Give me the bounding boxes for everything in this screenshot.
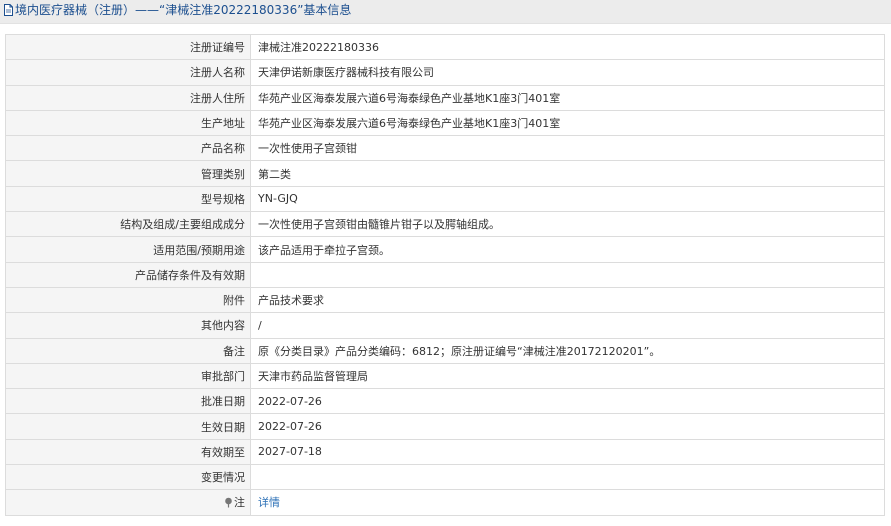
field-value-management-category: 第二类 [250,160,885,187]
field-label-registration-number: 注册证编号 [5,33,251,61]
info-row-registration-number: 注册证编号 津械注准20222180336 [5,33,885,61]
field-value-registration-number: 津械注准20222180336 [250,33,885,61]
info-row-note: 注详情 [5,489,885,516]
field-value-other-content: / [250,312,885,339]
info-row-effective-date: 生效日期 2022-07-26 [5,413,885,440]
page-title: 境内医疗器械（注册）——“津械注准20222180336”基本信息 [3,3,351,19]
field-value-storage-validity [250,261,885,288]
info-row-registrant-name: 注册人名称 天津伊诺新康医疗器械科技有限公司 [5,59,885,86]
field-label-effective-date: 生效日期 [5,413,251,440]
info-row-production-address: 生产地址 华苑产业区海泰发展六道6号海泰绿色产业基地K1座3门401室 [5,109,885,137]
field-label-approval-date: 批准日期 [5,388,251,415]
info-row-other-content: 其他内容 / [5,312,885,339]
info-row-attachment: 附件 产品技术要求 [5,286,885,314]
info-row-structure-composition: 结构及组成/主要组成成分 一次性使用子宫颈钳由髓锥片钳子以及腭轴组成。 [5,211,885,238]
info-row-registrant-address: 注册人住所 华苑产业区海泰发展六道6号海泰绿色产业基地K1座3门401室 [5,84,885,111]
field-label-storage-validity: 产品储存条件及有效期 [5,261,251,288]
note-label-text: 注 [234,495,245,509]
info-row-approval-date: 批准日期 2022-07-26 [5,388,885,415]
field-value-product-name: 一次性使用子宫颈钳 [250,135,885,162]
field-value-effective-date: 2022-07-26 [250,413,885,440]
field-label-intended-use: 适用范围/预期用途 [5,236,251,263]
info-row-approval-department: 审批部门 天津市药品监督管理局 [5,362,885,390]
field-label-management-category: 管理类别 [5,160,251,187]
field-value-change-status [250,464,885,491]
basic-info-table-body: 注册证编号 津械注准20222180336 注册人名称 天津伊诺新康医疗器械科技有限公… [5,33,885,516]
field-label-expiry-date: 有效期至 [5,438,251,466]
page-title-text: 境内医疗器械（注册）——“津械注准20222180336”基本信息 [15,3,352,17]
field-label-registrant-name: 注册人名称 [5,59,251,86]
field-label-registrant-address: 注册人住所 [5,84,251,111]
field-label-change-status: 变更情况 [5,464,251,491]
field-label-other-content: 其他内容 [5,312,251,339]
info-row-remarks: 备注 原《分类目录》产品分类编码：6812；原注册证编号“津械注准20172120… [5,337,885,364]
field-value-model-spec: YN-GJQ [250,185,885,213]
field-value-production-address: 华苑产业区海泰发展六道6号海泰绿色产业基地K1座3门401室 [250,109,885,137]
page-header: 境内医疗器械（注册）——“津械注准20222180336”基本信息 [0,0,891,24]
field-value-registrant-name: 天津伊诺新康医疗器械科技有限公司 [250,59,885,86]
field-label-structure-composition: 结构及组成/主要组成成分 [5,211,251,238]
field-label-product-name: 产品名称 [5,135,251,162]
info-row-intended-use: 适用范围/预期用途 该产品适用于牵拉子宫颈。 [5,236,885,263]
info-row-management-category: 管理类别 第二类 [5,160,885,187]
field-label-remarks: 备注 [5,337,251,364]
field-value-intended-use: 该产品适用于牵拉子宫颈。 [250,236,885,263]
field-value-expiry-date: 2027-07-18 [250,438,885,466]
basic-info-table: 注册证编号 津械注准20222180336 注册人名称 天津伊诺新康医疗器械科技有限公… [5,33,885,516]
field-value-structure-composition: 一次性使用子宫颈钳由髓锥片钳子以及腭轴组成。 [250,211,885,238]
field-value-registrant-address: 华苑产业区海泰发展六道6号海泰绿色产业基地K1座3门401室 [250,84,885,111]
document-icon [3,4,14,19]
field-label-model-spec: 型号规格 [5,185,251,213]
details-link[interactable]: 详情 [258,496,280,509]
field-label-attachment: 附件 [5,286,251,314]
info-row-product-name: 产品名称 一次性使用子宫颈钳 [5,135,885,162]
info-row-model-spec: 型号规格 YN-GJQ [5,185,885,213]
field-label-production-address: 生产地址 [5,109,251,137]
info-row-expiry-date: 有效期至 2027-07-18 [5,438,885,466]
field-value-approval-department: 天津市药品监督管理局 [250,362,885,390]
field-value-remarks: 原《分类目录》产品分类编码：6812；原注册证编号“津械注准2017212020… [250,337,885,364]
field-value-note: 详情 [250,489,885,516]
field-value-attachment: 产品技术要求 [250,286,885,314]
field-value-approval-date: 2022-07-26 [250,388,885,415]
field-label-note: 注 [5,489,251,516]
pin-icon [224,497,233,511]
info-row-storage-validity: 产品储存条件及有效期 [5,261,885,288]
info-row-change-status: 变更情况 [5,464,885,491]
field-label-approval-department: 审批部门 [5,362,251,390]
